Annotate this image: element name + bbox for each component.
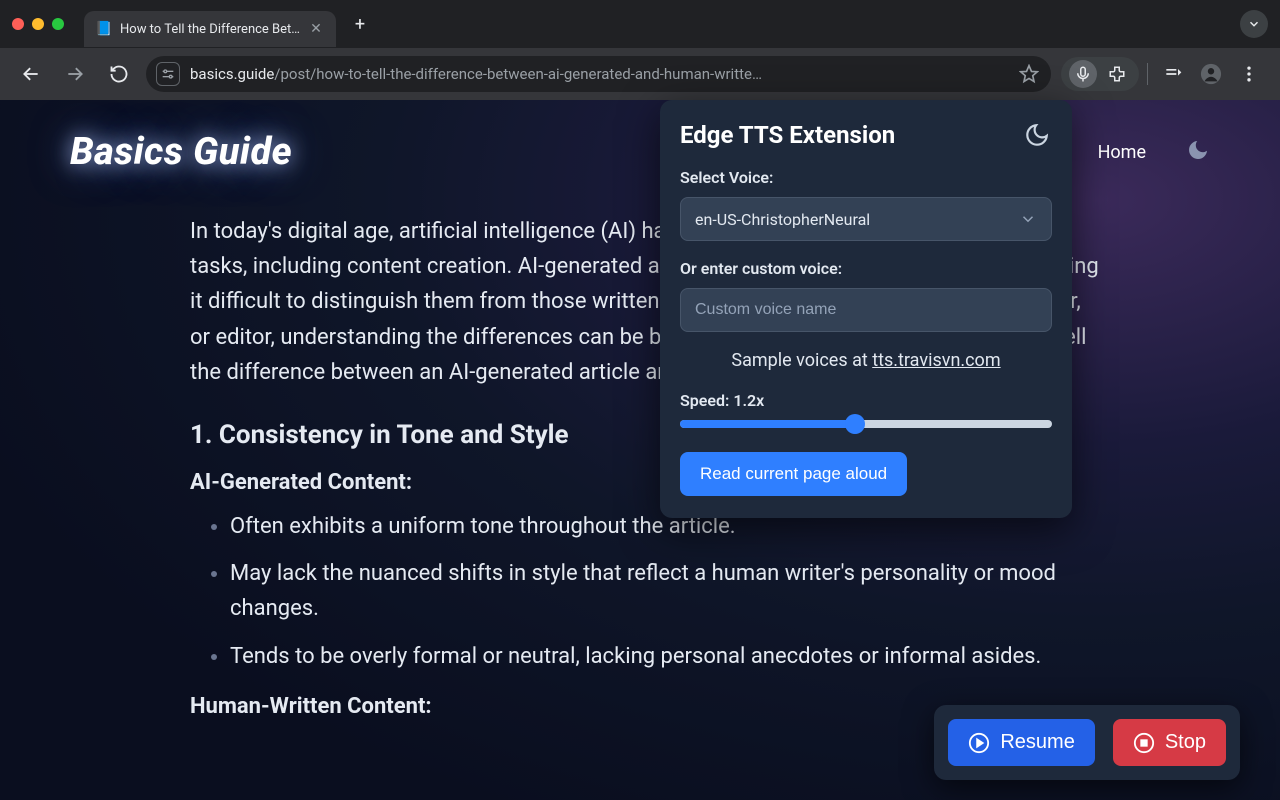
window-close[interactable] bbox=[12, 18, 24, 30]
window-minimize[interactable] bbox=[32, 18, 44, 30]
site-header: Basics Guide Home bbox=[0, 100, 1280, 184]
sample-voices-text: Sample voices at tts.travisvn.com bbox=[680, 350, 1052, 371]
page-theme-toggle[interactable] bbox=[1186, 138, 1210, 166]
window-controls bbox=[12, 18, 64, 30]
back-button[interactable] bbox=[14, 57, 48, 91]
extensions-menu-icon[interactable] bbox=[1103, 60, 1131, 88]
url-text: basics.guide/post/how-to-tell-the-differ… bbox=[190, 65, 1007, 83]
browser-toolbar: basics.guide/post/how-to-tell-the-differ… bbox=[0, 48, 1280, 100]
tab-title: How to Tell the Difference Bet… bbox=[120, 22, 300, 37]
stop-label: Stop bbox=[1165, 731, 1206, 754]
site-nav: Home bbox=[1098, 142, 1146, 163]
voice-label: Select Voice: bbox=[680, 168, 1052, 187]
speed-slider[interactable] bbox=[680, 420, 1052, 428]
slider-fill bbox=[680, 420, 855, 428]
nav-home[interactable]: Home bbox=[1098, 142, 1146, 163]
article-body: In today's digital age, artificial intel… bbox=[0, 184, 1280, 719]
site-settings-icon[interactable] bbox=[156, 62, 180, 86]
site-logo[interactable]: Basics Guide bbox=[70, 130, 292, 174]
forward-button[interactable] bbox=[58, 57, 92, 91]
window-maximize[interactable] bbox=[52, 18, 64, 30]
kebab-menu-icon[interactable] bbox=[1232, 57, 1266, 91]
browser-tab-strip: 📘 How to Tell the Difference Bet… ✕ + bbox=[0, 0, 1280, 48]
popup-title: Edge TTS Extension bbox=[680, 121, 895, 149]
read-aloud-button[interactable]: Read current page aloud bbox=[680, 452, 907, 496]
list-item: Tends to be overly formal or neutral, la… bbox=[230, 639, 1100, 674]
page-viewport: Basics Guide Home In today's digital age… bbox=[0, 100, 1280, 800]
tab-favicon-icon: 📘 bbox=[96, 21, 112, 37]
resume-label: Resume bbox=[1000, 731, 1074, 754]
resume-button[interactable]: Resume bbox=[948, 719, 1094, 766]
media-control-icon[interactable] bbox=[1156, 57, 1190, 91]
voice-selected-value: en-US-ChristopherNeural bbox=[695, 210, 1019, 229]
slider-thumb[interactable] bbox=[845, 414, 865, 434]
list-item: May lack the nuanced shifts in style tha… bbox=[230, 556, 1100, 626]
play-circle-icon bbox=[968, 732, 990, 754]
tts-extension-icon[interactable] bbox=[1069, 60, 1097, 88]
article-list-ai: Often exhibits a uniform tone throughout… bbox=[190, 509, 1100, 674]
speed-label: Speed: 1.2x bbox=[680, 391, 1052, 410]
popup-theme-toggle[interactable] bbox=[1022, 120, 1052, 150]
address-bar[interactable]: basics.guide/post/how-to-tell-the-differ… bbox=[146, 56, 1051, 92]
playback-float-controls: Resume Stop bbox=[934, 705, 1240, 780]
extensions-area bbox=[1061, 57, 1266, 91]
toolbar-separator bbox=[1147, 63, 1148, 85]
new-tab-button[interactable]: + bbox=[346, 10, 374, 38]
bookmark-star-icon[interactable] bbox=[1017, 62, 1041, 86]
custom-voice-input[interactable] bbox=[680, 288, 1052, 332]
chevron-down-icon bbox=[1019, 210, 1037, 228]
tts-extension-popup: Edge TTS Extension Select Voice: en-US-C… bbox=[660, 100, 1072, 518]
browser-tab[interactable]: 📘 How to Tell the Difference Bet… ✕ bbox=[84, 11, 336, 47]
tab-close-icon[interactable]: ✕ bbox=[308, 21, 324, 37]
reload-button[interactable] bbox=[102, 57, 136, 91]
extension-pill bbox=[1061, 57, 1139, 91]
tabs-menu-button[interactable] bbox=[1240, 10, 1268, 38]
profile-avatar-icon[interactable] bbox=[1194, 57, 1228, 91]
voice-select[interactable]: en-US-ChristopherNeural bbox=[680, 197, 1052, 241]
sample-voices-link[interactable]: tts.travisvn.com bbox=[872, 350, 1000, 371]
stop-button[interactable]: Stop bbox=[1113, 719, 1226, 766]
stop-circle-icon bbox=[1133, 732, 1155, 754]
custom-voice-label: Or enter custom voice: bbox=[680, 259, 1052, 278]
